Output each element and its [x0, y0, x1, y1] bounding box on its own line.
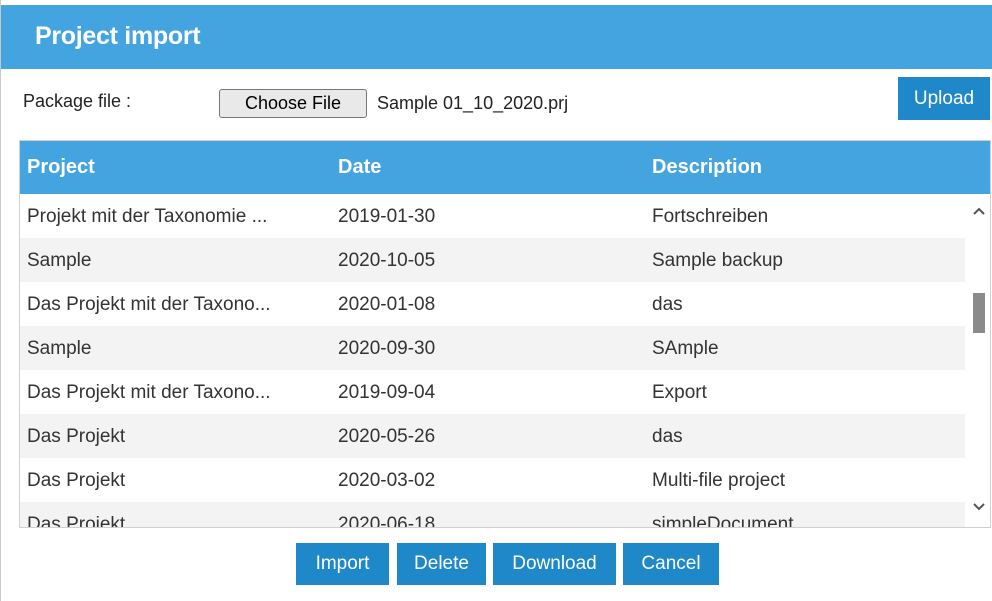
cell-date: 2019-09-04 [338, 382, 436, 403]
cell-date: 2020-10-05 [338, 250, 436, 271]
cell-date: 2020-03-02 [338, 470, 436, 491]
cell-project: Das Projekt [27, 426, 126, 447]
import-button[interactable]: Import [296, 543, 389, 585]
cell-project: Sample [27, 250, 92, 271]
project-table: Project Date Description Projekt mit der… [19, 140, 991, 528]
table-scrollbar[interactable] [965, 194, 990, 527]
column-header-date[interactable]: Date [338, 156, 381, 179]
cell-project: Das Projekt mit der Taxono... [27, 382, 271, 403]
cancel-button[interactable]: Cancel [623, 543, 719, 585]
table-row[interactable]: Sample 2020-10-05 Sample backup [20, 238, 965, 282]
cell-date: 2020-06-18 [338, 514, 436, 528]
upload-button[interactable]: Upload [898, 77, 990, 120]
cell-description: Fortschreiben [652, 206, 769, 227]
cell-description: Export [652, 382, 707, 403]
cell-description: das [652, 426, 683, 447]
table-row[interactable]: Sample 2020-09-30 SAmple [20, 326, 965, 370]
download-button[interactable]: Download [493, 543, 616, 585]
selected-file-name: Sample 01_10_2020.prj [377, 93, 569, 113]
cell-project: Das Projekt [27, 514, 126, 528]
cell-project: Das Projekt [27, 470, 126, 491]
cell-date: 2020-05-26 [338, 426, 436, 447]
cell-date: 2020-09-30 [338, 338, 436, 359]
cell-date: 2020-01-08 [338, 294, 436, 315]
chevron-down-icon[interactable] [965, 496, 990, 518]
package-file-label: Package file : [23, 91, 132, 111]
cell-description: Multi-file project [652, 470, 786, 491]
chevron-up-icon[interactable] [965, 200, 990, 222]
table-row[interactable]: Projekt mit der Taxonomie ... 2019-01-30… [20, 194, 965, 238]
delete-button[interactable]: Delete [397, 543, 486, 585]
dialog-titlebar: Project import [1, 5, 992, 69]
table-row[interactable]: Das Projekt 2020-05-26 das [20, 414, 965, 458]
cell-description: das [652, 294, 683, 315]
cell-description: Sample backup [652, 250, 783, 271]
dialog-title: Project import [35, 22, 201, 50]
cell-project: Das Projekt mit der Taxono... [27, 294, 271, 315]
scrollbar-thumb[interactable] [973, 293, 985, 333]
cell-description: SAmple [652, 338, 719, 359]
table-row[interactable]: Das Projekt 2020-03-02 Multi-file projec… [20, 458, 965, 502]
cell-description: simpleDocument [652, 514, 794, 528]
project-import-dialog: Project import Package file : Choose Fil… [0, 0, 992, 601]
choose-file-button[interactable]: Choose File [219, 89, 367, 118]
cell-date: 2019-01-30 [338, 206, 436, 227]
column-header-description[interactable]: Description [652, 156, 762, 179]
cell-project: Sample [27, 338, 92, 359]
table-header: Project Date Description [20, 141, 990, 194]
table-row[interactable]: Das Projekt mit der Taxono... 2020-01-08… [20, 282, 965, 326]
table-row[interactable]: Das Projekt mit der Taxono... 2019-09-04… [20, 370, 965, 414]
cell-project: Projekt mit der Taxonomie ... [27, 206, 268, 227]
table-row[interactable]: Das Projekt 2020-06-18 simpleDocument [20, 502, 965, 528]
column-header-project[interactable]: Project [27, 156, 95, 179]
